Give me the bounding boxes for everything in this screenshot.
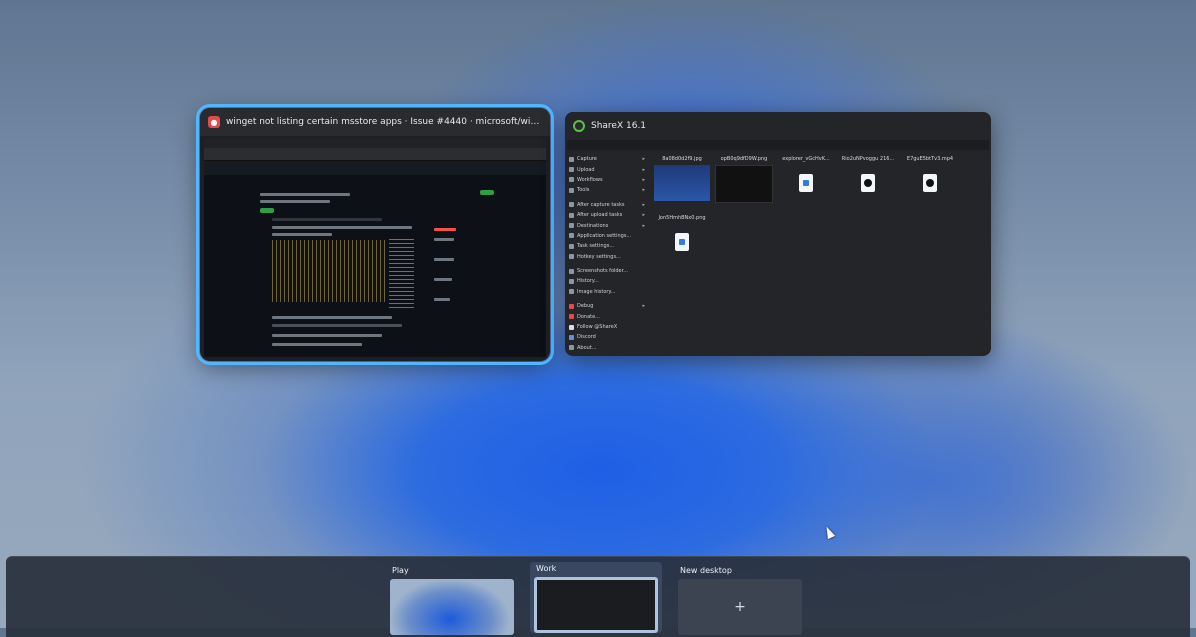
desktop-label: New desktop — [680, 566, 732, 575]
desktop-label: Work — [536, 564, 557, 573]
file-icon — [675, 233, 689, 251]
menu-item-follow[interactable]: Follow @ShareX — [569, 322, 645, 332]
desktop-work[interactable]: Work — [530, 562, 662, 633]
chevron-right-icon: ▸ — [642, 187, 645, 194]
file-thumbnail[interactable]: explorer_vGcHvK... — [777, 156, 835, 203]
after-capture-icon — [569, 202, 574, 208]
menu-item-hotkey-settings[interactable]: Hotkey settings... — [569, 252, 645, 262]
menu-item-task-settings[interactable]: Task settings... — [569, 241, 645, 251]
media-file-icon — [923, 174, 937, 192]
menu-item-app-settings[interactable]: Application settings... — [569, 231, 645, 241]
chevron-right-icon: ▸ — [642, 166, 645, 173]
sharex-titlebar[interactable]: ShareX 16.1 — [565, 112, 991, 140]
image-preview — [715, 165, 773, 203]
desktop-preview — [534, 577, 658, 633]
menu-item-donate[interactable]: Donate... — [569, 311, 645, 321]
file-thumbnail[interactable]: E7guE5btTv3.mp4 — [901, 156, 959, 203]
sharex-toolbar — [567, 140, 989, 150]
menu-item-screenshots-folder[interactable]: Screenshots folder... — [569, 266, 645, 276]
file-name: Jon5HmhBNx0.png — [658, 215, 706, 221]
tools-icon — [569, 187, 574, 193]
file-name: explorer_vGcHvK... — [782, 156, 830, 162]
discord-icon — [569, 334, 574, 340]
menu-item-about[interactable]: About... — [569, 343, 645, 353]
media-file-icon — [861, 174, 875, 192]
sharex-main-menu: Capture ▸ Upload ▸ Workflows ▸ Tools ▸ After… — [569, 154, 645, 353]
menu-item-upload[interactable]: Upload ▸ — [569, 164, 645, 174]
menu-item-workflows[interactable]: Workflows ▸ — [569, 175, 645, 185]
sharex-icon — [573, 120, 585, 132]
menu-item-debug[interactable]: Debug ▸ — [569, 301, 645, 311]
desktop-play[interactable]: Play — [390, 566, 514, 635]
after-upload-icon — [569, 212, 574, 218]
menu-item-after-capture[interactable]: After capture tasks ▸ — [569, 200, 645, 210]
desktop-preview — [390, 579, 514, 635]
folder-icon — [569, 268, 574, 274]
keyboard-icon — [569, 254, 574, 260]
sharex-window[interactable]: ShareX 16.1 Capture ▸ Upload ▸ Workflows ▸ … — [565, 112, 991, 356]
mouse-cursor-icon — [822, 524, 836, 540]
menu-item-destinations[interactable]: Destinations ▸ — [569, 220, 645, 230]
chevron-right-icon: ▸ — [642, 212, 645, 219]
sharex-file-grid: 8a08d0d2f9.jpg opB0q9dfD9W.png explorer_… — [653, 156, 985, 260]
settings-icon — [569, 233, 574, 239]
destinations-icon — [569, 223, 574, 229]
menu-item-after-upload[interactable]: After upload tasks ▸ — [569, 210, 645, 220]
chevron-right-icon: ▸ — [642, 222, 645, 229]
capture-icon — [569, 156, 574, 162]
history-icon — [569, 278, 574, 284]
file-name: Rio2uNPvoggu 216... — [841, 156, 895, 162]
window-title: ShareX 16.1 — [591, 121, 647, 131]
desktop-label: Play — [392, 566, 409, 575]
chevron-right-icon: ▸ — [642, 156, 645, 163]
menu-item-tools[interactable]: Tools ▸ — [569, 185, 645, 195]
x-logo-icon — [569, 324, 574, 330]
debug-icon — [569, 303, 574, 309]
file-thumbnail[interactable]: Rio2uNPvoggu 216... — [839, 156, 897, 203]
upload-icon — [569, 167, 574, 173]
file-icon — [799, 174, 813, 192]
chevron-right-icon: ▸ — [642, 201, 645, 208]
browser-content-preview — [204, 138, 546, 357]
file-thumbnail[interactable]: 8a08d0d2f9.jpg — [653, 156, 711, 203]
file-name: 8a08d0d2f9.jpg — [662, 156, 702, 162]
github-favicon-icon: ● — [208, 116, 220, 128]
plus-icon: + — [734, 599, 746, 615]
menu-item-history[interactable]: History... — [569, 276, 645, 286]
file-thumbnail[interactable]: opB0q9dfD9W.png — [715, 156, 773, 203]
file-name: opB0q9dfD9W.png — [720, 156, 768, 162]
browser-titlebar[interactable]: ● winget not listing certain msstore app… — [200, 108, 550, 136]
browser-window[interactable]: ● winget not listing certain msstore app… — [196, 104, 554, 365]
chevron-right-icon: ▸ — [642, 176, 645, 183]
heart-icon — [569, 314, 574, 320]
image-preview — [654, 165, 710, 201]
info-icon — [569, 345, 574, 351]
chevron-right-icon: ▸ — [642, 303, 645, 310]
window-title: winget not listing certain msstore apps … — [226, 117, 542, 127]
image-history-icon — [569, 289, 574, 295]
new-desktop-preview: + — [678, 579, 802, 635]
menu-item-discord[interactable]: Discord — [569, 332, 645, 342]
file-thumbnail[interactable]: Jon5HmhBNx0.png — [653, 215, 711, 260]
task-settings-icon — [569, 243, 574, 249]
new-desktop-button[interactable]: New desktop + — [678, 566, 802, 635]
menu-item-image-history[interactable]: Image history... — [569, 287, 645, 297]
workflows-icon — [569, 177, 574, 183]
menu-item-capture[interactable]: Capture ▸ — [569, 154, 645, 164]
file-name: E7guE5btTv3.mp4 — [906, 156, 954, 162]
